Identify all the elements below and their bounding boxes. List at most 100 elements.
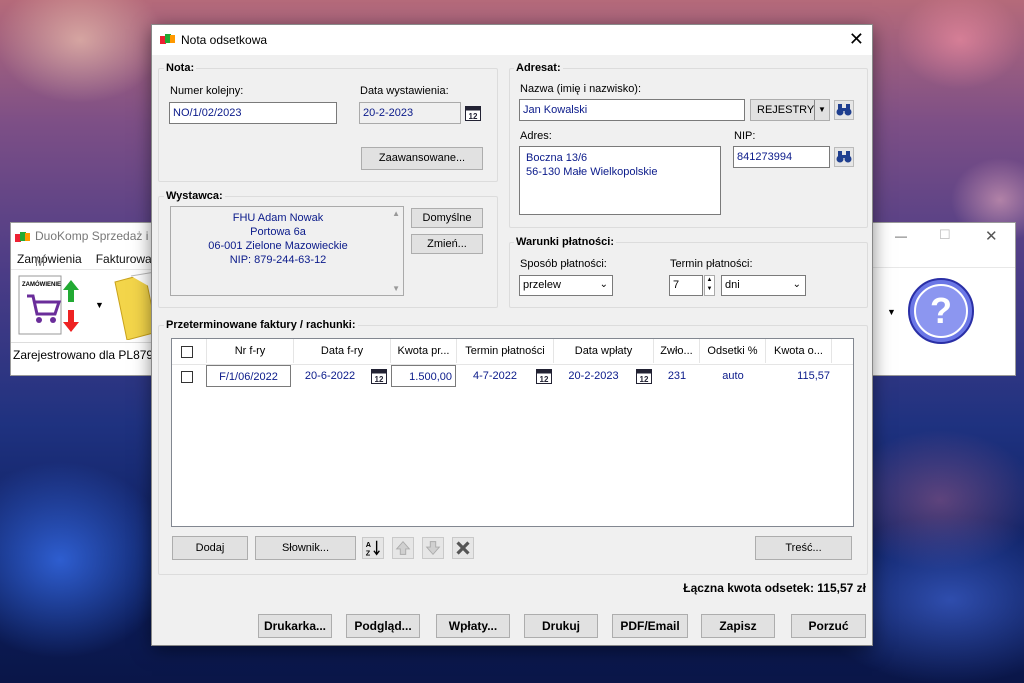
close-icon[interactable]: ✕ (849, 30, 864, 48)
podglad-button[interactable]: Podgląd... (346, 614, 420, 638)
svg-text:Z: Z (366, 548, 371, 557)
chevron-down-icon[interactable]: ▼ (814, 100, 829, 120)
bg-menu-zamowienia[interactable]: Zamówienia (17, 252, 82, 266)
numer-kolejny-label: Numer kolejny: (170, 85, 244, 97)
faktury-group-label: Przeterminowane faktury / rachunki: (164, 319, 358, 331)
wplaty-button[interactable]: Wpłaty... (436, 614, 510, 638)
bg-window-title-bar[interactable]: DuoKomp Sprzedaż i M (11, 223, 159, 269)
sposob-platnosci-select[interactable]: przelew ⌄ (519, 275, 613, 296)
zaawansowane-button[interactable]: Zaawansowane... (361, 147, 483, 170)
drukarka-button[interactable]: Drukarka... (258, 614, 332, 638)
nazwa-field[interactable]: Jan Kowalski (519, 99, 745, 121)
wystawca-text-box[interactable]: FHU Adam Nowak Portowa 6a 06-001 Zielone… (170, 206, 404, 296)
sort-az-icon[interactable]: AZ (362, 537, 384, 559)
dialog-title-bar[interactable]: Nota odsetkowa ✕ (152, 25, 872, 55)
nip-field[interactable]: 841273994 (733, 146, 830, 168)
adres-text-box[interactable]: Boczna 13/6 56-130 Małe Wielkopolskie (519, 146, 721, 215)
termin-jednostka-value: dni (725, 279, 740, 291)
porzuc-button[interactable]: Porzuć (791, 614, 866, 638)
zamowienie-toolbar-button[interactable]: ZAMÓWIENIE (17, 274, 81, 336)
wystawca-line: 06-001 Zielone Mazowieckie (208, 240, 348, 252)
dodaj-button[interactable]: Dodaj (172, 536, 248, 560)
wystawca-line: Portowa 6a (250, 226, 306, 238)
scroll-down-arrow-icon[interactable]: ▼ (392, 284, 400, 293)
wystawca-group-label: Wystawca: (164, 190, 225, 202)
delete-icon[interactable] (452, 537, 474, 559)
calendar-icon[interactable]: 12 (465, 105, 481, 121)
wystawca-line: NIP: 879-244-63-12 (229, 254, 327, 266)
adres-label: Adres: (520, 130, 552, 142)
faktury-table[interactable]: Nr f-ry Data f-ry Kwota pr... Termin pła… (171, 338, 854, 527)
chevron-down-icon: ⌄ (599, 279, 608, 290)
calendar-icon[interactable]: 12 (536, 368, 552, 384)
svg-text:12: 12 (469, 112, 478, 121)
wystawca-line: FHU Adam Nowak (232, 212, 324, 224)
nazwa-label: Nazwa (imię i nazwisko): (520, 83, 642, 95)
minimize-button[interactable]: — (895, 229, 907, 243)
numer-kolejny-field[interactable]: NO/1/02/2023 (169, 102, 337, 124)
chevron-down-icon: ⌄ (792, 279, 801, 290)
rejestry-button[interactable]: REJESTRY ▼ (750, 99, 830, 121)
bg-menu-bar: Zamówienia Fakturowa (11, 249, 159, 269)
dialog-title: Nota odsetkowa (181, 33, 268, 47)
move-up-icon[interactable] (392, 537, 414, 559)
sposob-platnosci-value: przelew (523, 279, 561, 291)
drukuj-button[interactable]: Drukuj (524, 614, 598, 638)
table-row[interactable]: F/1/06/2022 20-6-2022 12 1.500,00 4-7-20… (172, 339, 853, 399)
bg-status-bar: Zarejestrowano dla PL8792 (13, 348, 159, 362)
data-wystawienia-field[interactable]: 20-2-2023 (359, 102, 461, 124)
app-logo-icon (15, 232, 30, 242)
zamowienie-label: ZAMÓWIENIE (22, 282, 61, 288)
termin-spinner[interactable]: ▲ ▼ (704, 275, 715, 296)
cell-zwloka[interactable]: 231 (654, 365, 700, 387)
total-interest-summary: Łączna kwota odsetek: 115,57 zł (683, 581, 866, 595)
cell-wplata[interactable]: 20-2-2023 (554, 365, 633, 387)
bg-menu-fakturowanie[interactable]: Fakturowa (96, 252, 152, 266)
background-window-duokomp[interactable]: DuoKomp Sprzedaż i M Zamówienia Fakturowa… (10, 222, 160, 376)
bg-toolbar: ZAMÓWIENIE ▼ (11, 269, 159, 343)
dropdown-arrow-icon[interactable]: ▼ (887, 307, 896, 317)
termin-platnosci-label: Termin płatności: (670, 258, 753, 270)
svg-text:?: ? (930, 290, 952, 331)
tresc-button[interactable]: Treść... (755, 536, 852, 560)
maximize-button[interactable]: ☐ (939, 227, 951, 243)
row-checkbox[interactable] (181, 371, 193, 383)
app-logo-icon (160, 34, 175, 44)
cell-data[interactable]: 20-6-2022 (294, 365, 366, 387)
zmien-button[interactable]: Zmień... (411, 234, 483, 254)
cell-odsetki[interactable]: auto (700, 365, 766, 387)
pdf-email-button[interactable]: PDF/Email (612, 614, 688, 638)
cell-nr[interactable]: F/1/06/2022 (206, 365, 291, 387)
adresat-group-label: Adresat: (514, 62, 563, 74)
close-window-button[interactable]: ✕ (985, 227, 998, 245)
svg-text:12: 12 (540, 375, 549, 384)
dropdown-arrow-icon[interactable]: ▼ (95, 300, 104, 310)
move-down-icon[interactable] (422, 537, 444, 559)
scroll-up-arrow-icon[interactable]: ▲ (392, 209, 400, 218)
help-icon[interactable]: ? (907, 277, 975, 345)
nota-group-label: Nota: (164, 62, 197, 74)
adres-line: Boczna 13/6 (526, 152, 588, 164)
slownik-button[interactable]: Słownik... (255, 536, 356, 560)
zapisz-button[interactable]: Zapisz (701, 614, 775, 638)
svg-text:12: 12 (375, 375, 384, 384)
adres-line: 56-130 Małe Wielkopolskie (526, 166, 658, 178)
rejestry-label: REJESTRY (757, 104, 815, 116)
warunki-group-label: Warunki płatności: (514, 236, 616, 248)
binoculars-icon[interactable] (834, 100, 854, 120)
termin-jednostka-select[interactable]: dni ⌄ (721, 275, 806, 296)
domyslne-button[interactable]: Domyślne (411, 208, 483, 228)
cell-termin[interactable]: 4-7-2022 (457, 365, 533, 387)
cell-kwota[interactable]: 1.500,00 (391, 365, 456, 387)
calendar-icon[interactable]: 12 (371, 368, 387, 384)
binoculars-icon[interactable] (834, 147, 854, 167)
data-wystawienia-label: Data wystawienia: (360, 85, 449, 97)
background-window-right[interactable]: — ☐ ✕ ▼ ? (872, 222, 1016, 376)
sposob-platnosci-label: Sposób płatności: (520, 258, 607, 270)
bg-toolbar-divider (873, 267, 1015, 268)
cell-kwota-odsetek[interactable]: 115,57 (766, 365, 832, 387)
svg-text:12: 12 (640, 375, 649, 384)
nota-odsetkowa-dialog: Nota odsetkowa ✕ Nota: Numer kolejny: NO… (152, 25, 872, 645)
calendar-icon[interactable]: 12 (636, 368, 652, 384)
termin-platnosci-field[interactable]: 7 (669, 275, 703, 296)
